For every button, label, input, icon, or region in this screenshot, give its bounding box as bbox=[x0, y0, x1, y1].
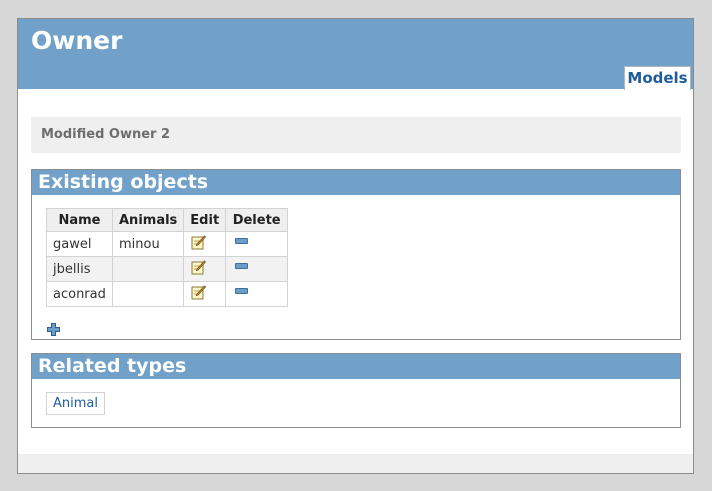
delete-minus-icon[interactable] bbox=[235, 263, 249, 269]
add-plus-icon[interactable] bbox=[47, 321, 60, 340]
column-header-delete: Delete bbox=[225, 208, 289, 232]
column-header-name: Name bbox=[46, 208, 113, 232]
table-header-row: Name Animals Edit Delete bbox=[46, 208, 289, 232]
table-row: jbellis bbox=[46, 256, 289, 282]
page-footer bbox=[18, 454, 693, 473]
existing-objects-heading: Existing objects bbox=[32, 170, 680, 195]
row-edit-cell bbox=[183, 256, 227, 282]
row-animals bbox=[111, 256, 185, 282]
page-title: Owner bbox=[31, 26, 123, 55]
objects-table: Name Animals Edit Delete gawel minou jbe… bbox=[46, 208, 289, 307]
table-row: gawel minou bbox=[46, 231, 289, 257]
row-animals bbox=[111, 281, 185, 307]
delete-minus-icon[interactable] bbox=[235, 288, 249, 294]
table-row: aconrad bbox=[46, 281, 289, 307]
row-animals: minou bbox=[111, 231, 185, 257]
edit-pencil-icon[interactable] bbox=[191, 284, 207, 304]
row-edit-cell bbox=[183, 281, 227, 307]
page-header: Owner Models bbox=[18, 19, 693, 90]
row-delete-cell bbox=[225, 256, 289, 282]
row-name: aconrad bbox=[46, 281, 113, 307]
edit-pencil-icon[interactable] bbox=[191, 259, 207, 279]
existing-objects-panel: Existing objects Name Animals Edit Delet… bbox=[31, 169, 681, 340]
column-header-edit: Edit bbox=[183, 208, 227, 232]
related-types-heading: Related types bbox=[32, 354, 680, 379]
row-delete-cell bbox=[225, 281, 289, 307]
tab-models[interactable]: Models bbox=[624, 66, 691, 90]
row-delete-cell bbox=[225, 231, 289, 257]
related-types-panel: Related types Animal bbox=[31, 353, 681, 428]
app-window: Owner Models Modified Owner 2 Existing o… bbox=[17, 18, 694, 474]
edit-pencil-icon[interactable] bbox=[191, 234, 207, 254]
row-edit-cell bbox=[183, 231, 227, 257]
status-message: Modified Owner 2 bbox=[31, 117, 681, 153]
row-name: gawel bbox=[46, 231, 113, 257]
row-name: jbellis bbox=[46, 256, 113, 282]
related-type-link-animal[interactable]: Animal bbox=[46, 392, 105, 415]
column-header-animals: Animals bbox=[111, 208, 185, 232]
delete-minus-icon[interactable] bbox=[235, 238, 249, 244]
